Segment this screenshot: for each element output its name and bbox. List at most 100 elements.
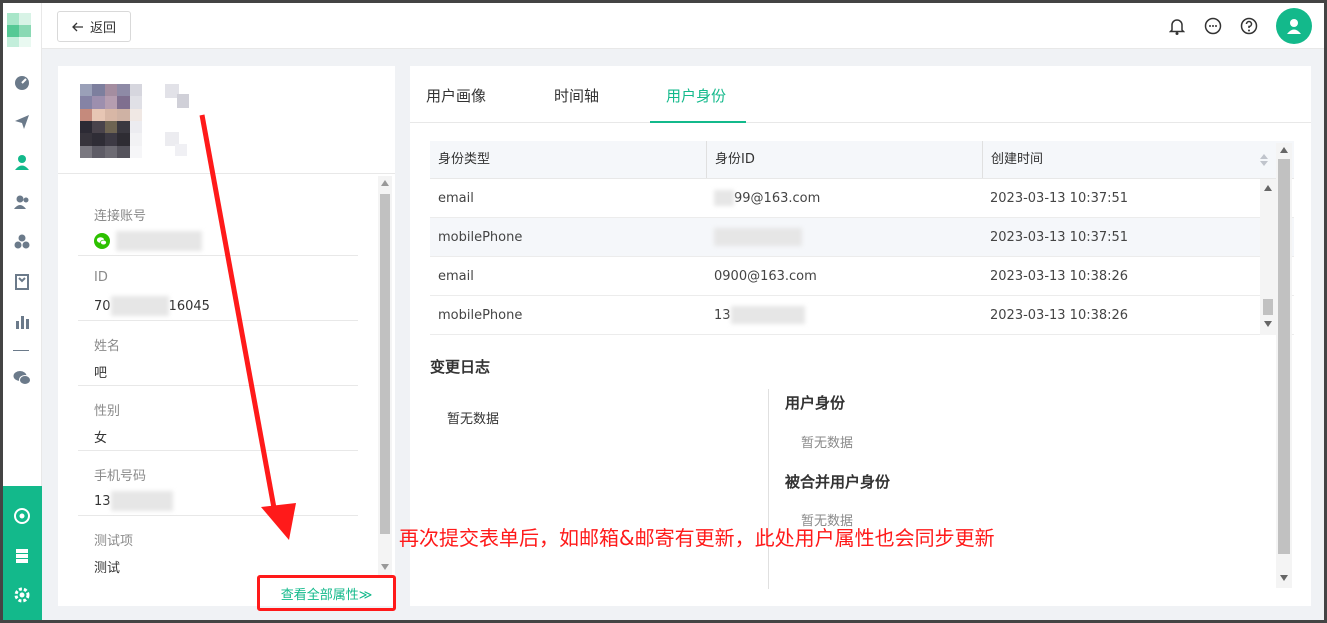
cell-created: 2023-03-13 10:37:51 [990,229,1129,245]
wechat-icon [94,233,110,249]
merged-identity-heading: 被合并用户身份 [785,473,891,491]
scroll-thumb[interactable] [1263,299,1273,315]
scroll-thumb[interactable] [380,194,390,534]
column-header-created[interactable]: 创建时间 [982,141,1276,178]
logo [7,13,37,47]
changelog-empty: 暂无数据 [447,412,500,427]
help-icon[interactable] [1239,16,1259,36]
column-header-type: 身份类型 [438,152,491,167]
user-identity-heading: 用户身份 [785,394,846,412]
tab-timeline[interactable]: 时间轴 [554,85,599,106]
cell-type: email [438,268,474,284]
profile-panel: 连接账号 ID 70 16045 姓名 吧 性别 女 手机号码 13 测试项 测… [58,66,396,611]
id-prefix: 70 [94,298,111,314]
column-header-created-label: 创建时间 [991,152,1044,167]
scroll-up-icon[interactable] [1264,185,1272,191]
server-icon[interactable] [13,547,31,565]
attr-phone: 手机号码 13 [78,451,358,516]
attr-value: 吧 [94,365,108,381]
cell-created: 2023-03-13 10:38:26 [990,268,1129,284]
send-icon[interactable] [13,113,31,131]
identity-table: 身份类型 身份ID 创建时间 email 99@163.com 2023-03-… [430,141,1294,335]
active-tab-indicator [650,121,746,123]
id-suffix: 16045 [168,298,210,314]
sort-icon[interactable] [1260,153,1268,167]
attr-name: 姓名 吧 [78,321,358,386]
wechat-icon[interactable] [13,369,31,387]
scroll-thumb[interactable] [1278,159,1290,554]
table-row[interactable]: email 0900@163.com 2023-03-13 10:38:26 [430,257,1294,296]
chat-icon[interactable] [1203,16,1223,36]
changelog-divider [768,389,769,589]
masked-value [714,228,802,246]
attr-label: 手机号码 [94,469,147,484]
attr-value: 70 16045 [94,296,358,316]
panel-scrollbar[interactable] [1276,143,1292,588]
ai-icon[interactable] [13,507,31,525]
bell-icon[interactable] [1167,16,1187,36]
scroll-down-icon[interactable] [381,564,389,570]
cluster-icon[interactable] [13,233,31,251]
profile-scrollbar[interactable] [378,176,392,576]
attr-value: 测试 [94,560,121,576]
attr-label: 测试项 [94,534,134,549]
back-button[interactable]: 返回 [57,11,131,42]
masked-value [714,190,734,206]
sidebar-rail [3,3,42,620]
cell-id-text: 99@163.com [734,190,821,206]
table-scrollbar[interactable] [1260,179,1276,335]
tab-bar: 用户画像 时间轴 用户身份 [410,66,1311,123]
masked-value [110,296,169,316]
scroll-up-icon[interactable] [381,180,389,186]
users-icon[interactable] [13,193,31,211]
rail-bottom-group [3,486,42,620]
table-row[interactable]: email 99@163.com 2023-03-13 10:37:51 [430,179,1294,218]
app-window: 返回 连接账号 ID 70 16045 姓名 吧 性别 女 手机号码 13 测试… [3,3,1324,620]
masked-value [116,231,202,251]
attr-label: 连接账号 [94,209,147,224]
table-row[interactable]: mobilePhone 2023-03-13 10:37:51 [430,218,1294,257]
attr-label: 性别 [94,404,121,419]
table-header: 身份类型 身份ID 创建时间 [430,141,1294,179]
cell-id [706,218,982,256]
scroll-up-icon[interactable] [1280,147,1288,153]
attr-value: 女 [94,430,108,446]
column-header-id: 身份ID [706,141,982,178]
phone-prefix: 13 [94,493,111,509]
attr-linked-account: 连接账号 [78,191,358,256]
tab-user-identity[interactable]: 用户身份 [666,85,726,106]
cell-id: 0900@163.com [714,268,817,284]
masked-value [110,491,173,511]
name-blur [165,84,189,158]
user-icon[interactable] [13,153,31,171]
tab-user-portrait[interactable]: 用户画像 [426,85,486,106]
cell-created: 2023-03-13 10:37:51 [990,190,1129,206]
cell-id-text: 13 [714,307,731,323]
user-identity-empty: 暂无数据 [801,436,854,451]
table-row[interactable]: mobilePhone 13 2023-03-13 10:38:26 [430,296,1294,335]
changelog-title: 变更日志 [430,358,491,376]
attr-value: 13 [94,491,358,511]
attribute-list: 连接账号 ID 70 16045 姓名 吧 性别 女 手机号码 13 测试项 测… [78,191,358,581]
cell-created: 2023-03-13 10:38:26 [990,307,1129,323]
bar-chart-icon[interactable] [13,313,31,331]
dashboard-icon[interactable] [13,73,31,91]
cell-type: mobilePhone [438,307,523,323]
cell-id: 99@163.com [706,179,982,217]
user-avatar-icon[interactable] [1276,8,1312,44]
attr-gender: 性别 女 [78,386,358,451]
cell-type: email [438,190,474,206]
scroll-down-icon[interactable] [1264,321,1272,327]
scroll-down-icon[interactable] [1280,575,1288,581]
attr-value [94,231,358,251]
attr-label: ID [94,270,108,285]
settings-icon[interactable] [13,586,31,604]
profile-header [58,66,395,174]
cell-id: 13 [706,296,982,334]
cell-type: mobilePhone [438,229,523,245]
bookmark-icon[interactable] [13,273,31,291]
view-all-attributes-link[interactable]: 查看全部属性≫ [257,575,396,611]
attr-label: 姓名 [94,339,121,354]
rail-divider [13,350,29,351]
top-header: 返回 [42,3,1324,49]
